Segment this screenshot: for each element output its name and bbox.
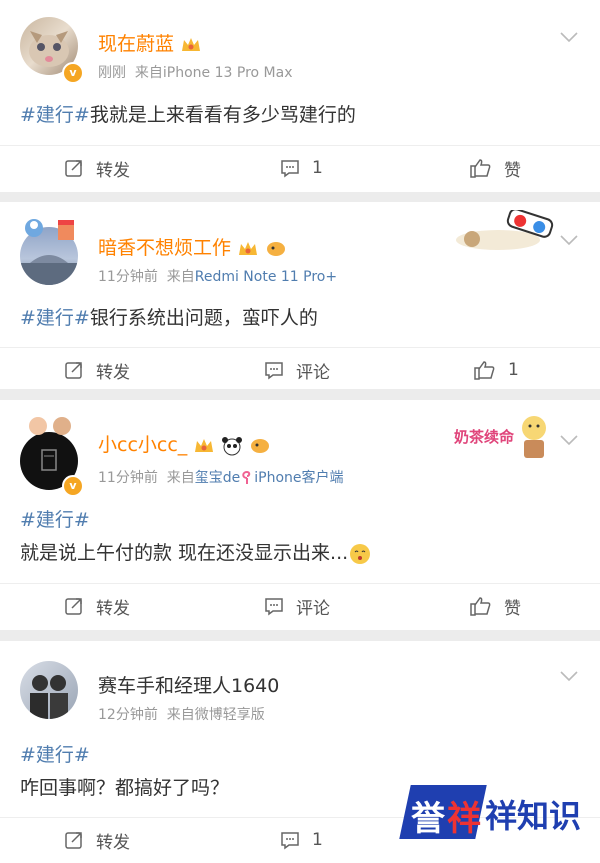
avatar[interactable] — [20, 661, 78, 719]
member-crown-icon — [182, 37, 201, 51]
member-crown-icon — [239, 241, 258, 255]
repost-icon — [65, 362, 82, 379]
verified-badge-icon: v — [62, 62, 84, 84]
flamingo-icon — [242, 470, 251, 484]
fish-badge-icon — [267, 241, 286, 256]
post-content: #建行#我就是上来看看有多少骂建行的 — [20, 104, 356, 126]
shy-face-emoji-icon — [350, 543, 371, 564]
repost-icon — [65, 160, 82, 177]
username[interactable]: 小cc小cc_ — [98, 430, 271, 457]
repost-button[interactable]: 转发 — [64, 348, 130, 392]
post-meta: 11分钟前 来自玺宝de iPhone客户端 — [98, 470, 344, 486]
comment-icon — [265, 598, 283, 616]
comment-button[interactable]: 评论 — [264, 584, 330, 628]
sticker-icon — [25, 219, 74, 240]
chevron-down-icon[interactable] — [558, 433, 580, 447]
comment-icon — [281, 832, 299, 850]
action-bar: 转发 评论 赞 — [0, 583, 600, 628]
post-card: 暗香不想烦工作 11分钟前 来自Redmi Note 11 Pro+ #建行#银… — [0, 202, 600, 389]
post-hashtag[interactable]: #建行# — [20, 740, 90, 767]
chevron-down-icon[interactable] — [558, 669, 580, 683]
post-content: 咋回事啊？都搞好了吗？ — [20, 777, 230, 799]
username[interactable]: 赛车手和经理人1640 — [98, 671, 279, 698]
username[interactable]: 暗香不想烦工作 — [98, 233, 287, 260]
post-content: 就是说上午付的款 现在还没显示出来... — [20, 538, 372, 566]
repost-button[interactable]: 转发 — [64, 146, 130, 190]
panda-icon — [222, 436, 243, 455]
repost-icon — [65, 832, 82, 849]
post-content: #建行#银行系统出问题，蛮吓人的 — [20, 307, 318, 329]
verified-badge-icon: v — [62, 475, 84, 497]
post-meta: 11分钟前 来自Redmi Note 11 Pro+ — [98, 269, 338, 285]
thumbs-up-icon — [470, 597, 491, 616]
comment-icon — [265, 362, 283, 380]
fish-badge-icon — [251, 438, 270, 453]
watermark-char-1: 誉 — [411, 799, 445, 839]
chevron-down-icon[interactable] — [558, 30, 580, 44]
repost-button[interactable]: 转发 — [64, 584, 130, 628]
comment-button[interactable]: 1 — [280, 146, 323, 190]
post-card: v 现在蔚蓝 刚刚 来自iPhone 13 Pro Max #建行#我就是上来看… — [0, 0, 600, 192]
hashtag-link[interactable]: #建行# — [20, 307, 90, 329]
thumbs-up-icon — [470, 159, 491, 178]
watermark-logo: 誉 祥 祥知识 — [399, 781, 582, 843]
hashtag-link[interactable]: #建行# — [20, 104, 90, 126]
username[interactable]: 现在蔚蓝 — [98, 29, 202, 56]
like-button[interactable]: 1 — [474, 348, 519, 392]
decoration-sticker-icon — [456, 210, 554, 250]
repost-icon — [65, 598, 82, 615]
sticker-icon — [29, 417, 71, 435]
action-bar: 转发 1 赞 — [0, 145, 600, 190]
watermark-char-2: 祥 — [447, 799, 481, 839]
watermark-text: 祥知识 — [485, 797, 582, 835]
repost-button[interactable]: 转发 — [64, 818, 130, 862]
member-crown-icon — [195, 438, 214, 452]
comment-icon — [281, 160, 299, 178]
comment-button[interactable]: 1 — [280, 818, 323, 862]
chevron-down-icon[interactable] — [558, 233, 580, 247]
thumbs-up-icon — [474, 361, 495, 380]
like-button[interactable]: 赞 — [470, 146, 521, 190]
action-bar: 转发 评论 1 — [0, 347, 600, 392]
comment-button[interactable]: 评论 — [264, 348, 330, 392]
milk-tea-badge: 奶茶续命 — [446, 410, 556, 462]
like-button[interactable]: 赞 — [470, 584, 521, 628]
post-card: v 小cc小cc_ 11分钟前 来自玺宝de iPhone客户端 奶茶续命 #建行… — [0, 400, 600, 630]
post-hashtag[interactable]: #建行# — [20, 505, 90, 532]
post-meta: 12分钟前 来自微博轻享版 — [98, 707, 265, 723]
post-meta: 刚刚 来自iPhone 13 Pro Max — [98, 65, 293, 81]
